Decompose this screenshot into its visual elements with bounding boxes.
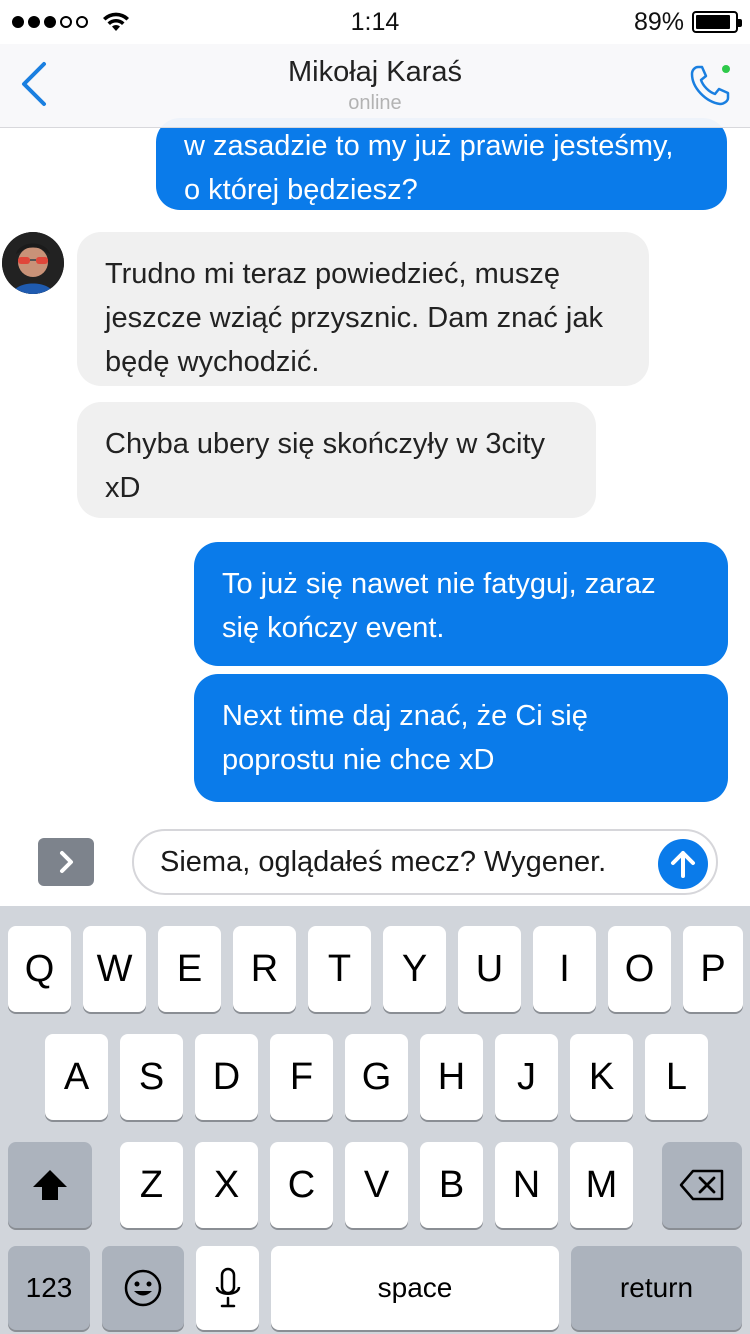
message-line: xD bbox=[105, 472, 141, 504]
message-composer: Siema, oglądałeś mecz? Wygener. bbox=[0, 820, 750, 906]
key-f[interactable]: F bbox=[270, 1034, 333, 1120]
key-i[interactable]: I bbox=[533, 926, 596, 1012]
chat-header: Mikołaj Karaś online bbox=[0, 44, 750, 128]
key-m[interactable]: M bbox=[570, 1142, 633, 1228]
message-incoming[interactable]: Trudno mi teraz powiedzieć, muszę jeszcz… bbox=[77, 232, 649, 386]
key-e[interactable]: E bbox=[158, 926, 221, 1012]
avatar[interactable] bbox=[2, 232, 64, 294]
emoji-key[interactable] bbox=[102, 1246, 184, 1330]
key-u[interactable]: U bbox=[458, 926, 521, 1012]
key-r[interactable]: R bbox=[233, 926, 296, 1012]
message-input[interactable]: Siema, oglądałeś mecz? Wygener. bbox=[132, 829, 718, 895]
key-y[interactable]: Y bbox=[383, 926, 446, 1012]
message-line: To już się nawet nie fatyguj, zaraz bbox=[222, 568, 656, 600]
key-g[interactable]: G bbox=[345, 1034, 408, 1120]
key-v[interactable]: V bbox=[345, 1142, 408, 1228]
send-button[interactable] bbox=[658, 839, 708, 889]
key-l[interactable]: L bbox=[645, 1034, 708, 1120]
message-line: Trudno mi teraz powiedzieć, muszę bbox=[105, 258, 561, 290]
key-b[interactable]: B bbox=[420, 1142, 483, 1228]
arrow-up-icon bbox=[671, 851, 695, 878]
return-key[interactable]: return bbox=[571, 1246, 742, 1330]
key-j[interactable]: J bbox=[495, 1034, 558, 1120]
status-time: 1:14 bbox=[350, 8, 400, 36]
presence-status: online bbox=[348, 92, 402, 114]
key-x[interactable]: X bbox=[195, 1142, 258, 1228]
message-incoming[interactable]: Chyba ubery się skończyły w 3city xD bbox=[77, 402, 596, 518]
message-line: Chyba ubery się skończyły w 3city bbox=[105, 428, 545, 460]
key-n[interactable]: N bbox=[495, 1142, 558, 1228]
message-line: jeszcze wziąć przysznic. Dam znać jak bbox=[105, 302, 603, 334]
message-input-text[interactable]: Siema, oglądałeś mecz? Wygener. bbox=[160, 841, 650, 883]
key-s[interactable]: S bbox=[120, 1034, 183, 1120]
emoji-icon bbox=[124, 1269, 162, 1307]
numbers-key[interactable]: 123 bbox=[8, 1246, 90, 1330]
message-line: będę wychodzić. bbox=[105, 346, 320, 378]
backspace-icon bbox=[679, 1169, 724, 1201]
key-p[interactable]: P bbox=[683, 926, 743, 1012]
key-c[interactable]: C bbox=[270, 1142, 333, 1228]
shift-icon bbox=[33, 1170, 67, 1200]
message-outgoing[interactable]: To już się nawet nie fatyguj, zaraz się … bbox=[194, 542, 728, 666]
key-z[interactable]: Z bbox=[120, 1142, 183, 1228]
space-key[interactable]: space bbox=[271, 1246, 559, 1330]
battery-icon bbox=[692, 11, 742, 33]
contact-name[interactable]: Mikołaj Karaś bbox=[0, 56, 750, 89]
key-w[interactable]: W bbox=[83, 926, 146, 1012]
message-line: w zasadzie to my już prawie jesteśmy, bbox=[184, 130, 674, 162]
chevron-right-icon bbox=[60, 851, 73, 873]
key-q[interactable]: Q bbox=[8, 926, 71, 1012]
key-o[interactable]: O bbox=[608, 926, 671, 1012]
key-k[interactable]: K bbox=[570, 1034, 633, 1120]
dictation-key[interactable] bbox=[196, 1246, 259, 1330]
status-bar: 1:14 89% bbox=[0, 0, 750, 44]
key-a[interactable]: A bbox=[45, 1034, 108, 1120]
message-line: o której będziesz? bbox=[184, 174, 418, 206]
message-line: poprostu nie chce xD bbox=[222, 744, 495, 776]
expand-button[interactable] bbox=[38, 838, 94, 886]
message-outgoing[interactable]: w zasadzie to my już prawie jesteśmy, o … bbox=[156, 118, 727, 210]
key-d[interactable]: D bbox=[195, 1034, 258, 1120]
delete-key[interactable] bbox=[662, 1142, 742, 1228]
key-t[interactable]: T bbox=[308, 926, 371, 1012]
shift-key[interactable] bbox=[8, 1142, 92, 1228]
key-h[interactable]: H bbox=[420, 1034, 483, 1120]
message-line: Next time daj znać, że Ci się bbox=[222, 700, 588, 732]
keyboard: Q W E R T Y U I O P A S D F G H J K L Z … bbox=[0, 906, 750, 1334]
message-outgoing[interactable]: Next time daj znać, że Ci się poprostu n… bbox=[194, 674, 728, 802]
microphone-icon bbox=[215, 1267, 240, 1308]
phone-icon[interactable] bbox=[688, 62, 734, 108]
message-line: się kończy event. bbox=[222, 612, 445, 644]
